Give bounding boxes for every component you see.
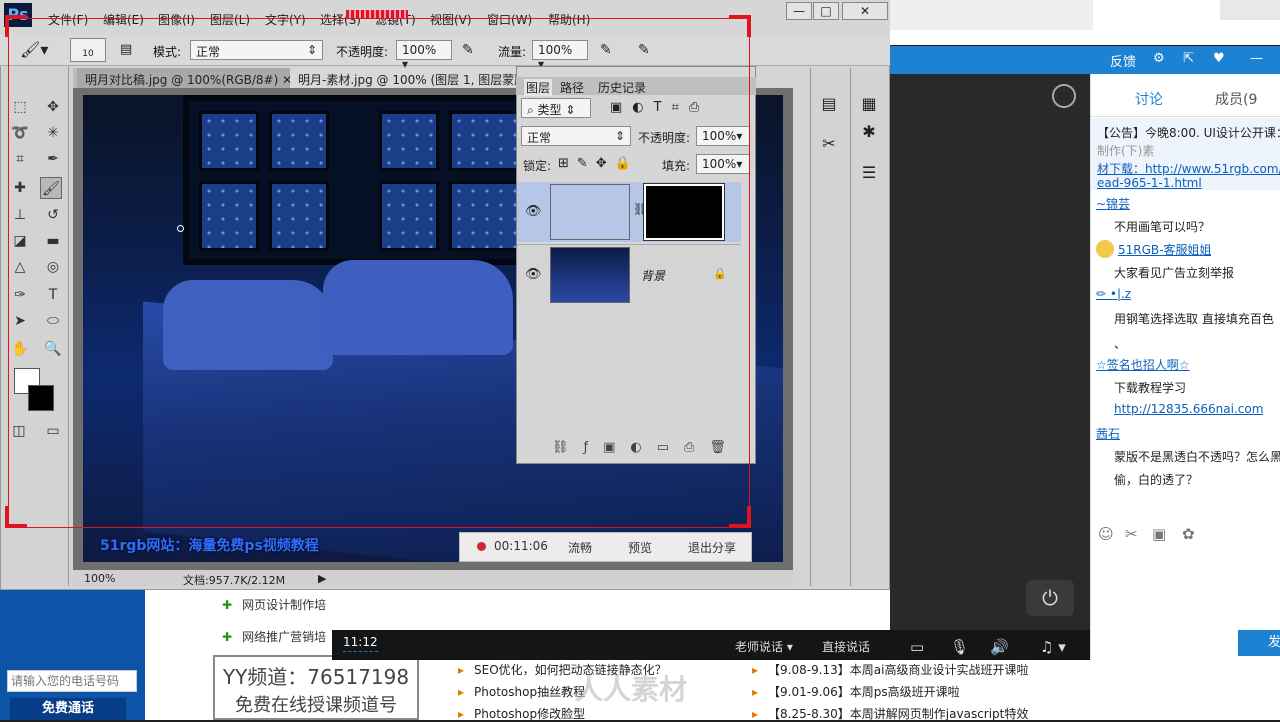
course-link[interactable]: ✚ 网页设计制作培 bbox=[222, 596, 326, 613]
tools-icon[interactable]: ✂ bbox=[810, 134, 848, 153]
chat-message: 用钢笔选择选取 直接填充百色 bbox=[1114, 312, 1274, 326]
player-bar bbox=[332, 630, 1090, 660]
yy-channel-sub: 免费在线授课频道号 bbox=[235, 695, 397, 716]
chat-user[interactable]: ☆签名也招人啊☆ bbox=[1096, 356, 1190, 373]
flower-icon[interactable]: ✿ bbox=[1182, 525, 1195, 543]
video-area bbox=[890, 74, 1090, 630]
chat-message: 偷，白的透了？ bbox=[1114, 473, 1199, 487]
phone-input[interactable] bbox=[7, 670, 137, 692]
status-bar bbox=[73, 570, 793, 586]
tab-divider bbox=[1090, 116, 1280, 117]
news-item[interactable]: ▸ Photoshop修改脸型 bbox=[458, 705, 585, 722]
course-label: 网页设计制作培 bbox=[242, 598, 327, 612]
webcam-icon[interactable] bbox=[1052, 84, 1076, 108]
frame-corner bbox=[729, 506, 751, 528]
speaker-icon[interactable]: 🔊 bbox=[990, 638, 1009, 656]
avatar bbox=[1096, 240, 1114, 258]
exit-share-button[interactable]: 退出分享 bbox=[688, 539, 736, 556]
maximize-button[interactable]: □ bbox=[813, 2, 839, 20]
chat-message: 蒙版不是黑透白不透吗？怎么黑 bbox=[1114, 450, 1280, 464]
watermark: 人人素材 bbox=[575, 673, 688, 706]
power-button[interactable]: ⏻ bbox=[1026, 580, 1074, 616]
chat-user[interactable]: 51RGB-客服姐姐 bbox=[1118, 241, 1211, 258]
share-icon[interactable]: ⇱ bbox=[1183, 51, 1194, 66]
screen-icon[interactable]: ▭ bbox=[910, 638, 924, 656]
news-item[interactable]: ▸ 【9.01-9.06】本周ps高级班开课啦 bbox=[752, 683, 960, 700]
send-button[interactable]: 发 bbox=[1238, 630, 1280, 656]
direct-speak-button[interactable]: 直接说话 bbox=[822, 638, 870, 655]
recording-area-frame bbox=[8, 18, 750, 528]
scissors-icon[interactable]: ✂ bbox=[1125, 525, 1138, 543]
plus-icon: ✚ bbox=[222, 630, 233, 644]
histogram-icon[interactable]: ▤ bbox=[810, 94, 848, 113]
microphone-icon[interactable]: 🎙 bbox=[950, 638, 969, 656]
record-icon bbox=[477, 542, 486, 551]
heart-icon[interactable]: ♥ bbox=[1213, 51, 1225, 66]
chat-link[interactable]: http://12835.666nai.com bbox=[1114, 402, 1263, 416]
chat-message: 下载教程学习 bbox=[1114, 381, 1187, 395]
yy-channel-box: YY频道：76517198 免费在线授课频道号 bbox=[213, 655, 419, 720]
emoji-icon[interactable]: ☺ bbox=[1098, 525, 1114, 543]
panel-column bbox=[850, 68, 888, 586]
chat-user[interactable]: 茜石 bbox=[1096, 425, 1120, 442]
feedback-button[interactable]: 反馈 bbox=[1110, 51, 1136, 70]
swatches-icon[interactable]: ▦ bbox=[850, 94, 888, 113]
gear-icon[interactable]: ⚙ bbox=[1153, 51, 1165, 66]
chat-message: 、 bbox=[1114, 337, 1127, 351]
app-tab-strip bbox=[890, 0, 1093, 30]
chat-message: 大家看见广告立刻举报 bbox=[1114, 266, 1235, 280]
preview-button[interactable]: 预览 bbox=[628, 539, 652, 556]
status-arrow-icon[interactable]: ▶ bbox=[318, 572, 326, 585]
share-timer: 00:11:06 bbox=[494, 539, 548, 553]
plus-icon: ✚ bbox=[222, 598, 233, 612]
recording-indicator bbox=[346, 10, 408, 18]
yy-channel: YY频道：76517198 bbox=[222, 665, 410, 689]
frame-corner bbox=[729, 15, 751, 37]
chat-message: ✏ •|.z bbox=[1096, 287, 1132, 301]
tab-members[interactable]: 成员(9 bbox=[1215, 89, 1257, 109]
course-link[interactable]: ✚ 网络推广营销培 bbox=[222, 628, 326, 645]
player-time: 11:12 bbox=[343, 635, 378, 652]
announcement-line: 【公告】今晚8:00. UI设计公开课： bbox=[1097, 126, 1280, 140]
free-call-button[interactable]: 免费通话 bbox=[10, 698, 126, 720]
news-item[interactable]: ▸ 【8.25-8.30】本周讲解网页制作javascript特效 bbox=[752, 705, 1028, 722]
smooth-button[interactable]: 流畅 bbox=[568, 539, 592, 556]
tab-discuss[interactable]: 讨论 bbox=[1135, 89, 1163, 109]
announcement-link[interactable]: ead-965-1-1.html bbox=[1097, 176, 1202, 190]
chat-message: 不用画笔可以吗？ bbox=[1114, 220, 1211, 234]
canvas-caption: 51rgb网站：海量免费ps视频教程 bbox=[100, 538, 319, 554]
teacher-speak-dropdown[interactable]: 老师说话 ▾ bbox=[735, 638, 793, 655]
document-info: 文档:957.7K/2.12M bbox=[183, 574, 286, 587]
window-controls bbox=[1220, 0, 1280, 20]
course-label: 网络推广营销培 bbox=[242, 630, 327, 644]
music-icon[interactable]: ♫ ▾ bbox=[1040, 638, 1066, 656]
minimize-icon[interactable]: — bbox=[1250, 51, 1263, 66]
adjustments-icon[interactable]: ☰ bbox=[850, 163, 888, 182]
announcement-link[interactable]: 材下载：http://www.51rgb.com/nbbs bbox=[1097, 160, 1280, 177]
frame-corner bbox=[5, 506, 27, 528]
zoom-level[interactable]: 100% bbox=[84, 572, 115, 585]
navigator-icon[interactable]: ✱ bbox=[850, 122, 888, 141]
image-icon[interactable]: ▣ bbox=[1152, 525, 1166, 543]
news-item[interactable]: ▸ 【9.08-9.13】本周ai高级商业设计实战班开课啦 bbox=[752, 661, 1029, 678]
minimize-button[interactable]: — bbox=[786, 2, 812, 20]
announcement-line: 制作(下)素 bbox=[1097, 144, 1155, 158]
close-button[interactable]: ✕ bbox=[842, 2, 888, 20]
news-item[interactable]: ▸ Photoshop抽丝教程 bbox=[458, 683, 585, 700]
frame-corner bbox=[5, 15, 27, 37]
chat-user[interactable]: ~锦芸 bbox=[1096, 195, 1130, 212]
